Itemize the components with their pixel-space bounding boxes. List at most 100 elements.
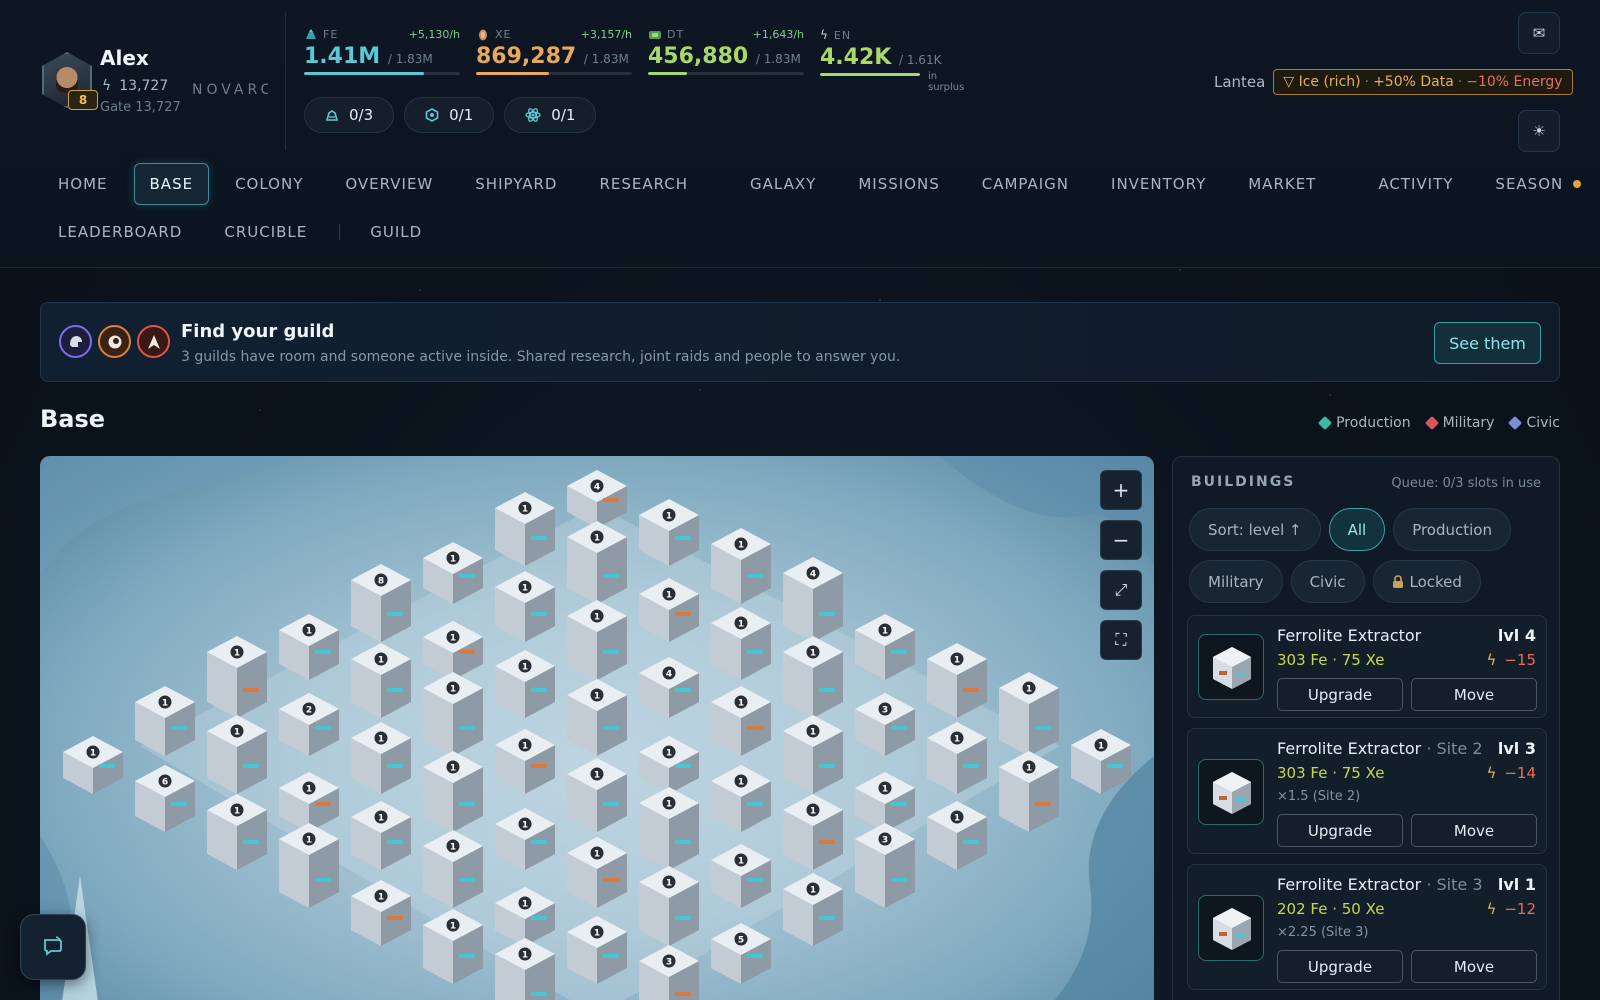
theme-toggle-button[interactable]: ☀ xyxy=(1518,110,1560,152)
upgrade-button[interactable]: Upgrade xyxy=(1277,814,1403,847)
nav-guild[interactable]: GUILD xyxy=(354,211,438,253)
building-level-text: 3 xyxy=(666,958,672,968)
nav-base[interactable]: BASE xyxy=(133,163,210,205)
map-building[interactable]: 1 xyxy=(639,787,699,870)
resource-en[interactable]: ϟ EN 4.42K / 1.61K in surplus xyxy=(820,28,976,93)
nav-campaign[interactable]: CAMPAIGN xyxy=(966,163,1085,205)
upgrade-button[interactable]: Upgrade xyxy=(1277,950,1403,983)
map-building[interactable]: 1 xyxy=(207,636,267,718)
upgrade-button[interactable]: Upgrade xyxy=(1277,678,1403,711)
map-building[interactable]: 1 xyxy=(783,636,843,718)
resource-fe[interactable]: FE +5,130/h 1.41M / 1.83M xyxy=(304,28,460,82)
filter-military[interactable]: Military xyxy=(1189,560,1283,603)
resource-xe[interactable]: XE +3,157/h 869,287 / 1.83M xyxy=(476,28,632,82)
nav-galaxy[interactable]: GALAXY xyxy=(734,163,832,205)
map-building[interactable]: 1 xyxy=(927,643,987,718)
building-level-text: 1 xyxy=(450,843,456,853)
nav-market[interactable]: MARKET xyxy=(1232,163,1332,205)
map-building[interactable]: 1 xyxy=(567,521,627,604)
map-building[interactable]: 1 xyxy=(207,794,267,870)
map-building[interactable]: 1 xyxy=(567,679,627,756)
map-building[interactable]: 4 xyxy=(783,557,843,642)
see-guilds-button[interactable]: See them xyxy=(1434,322,1541,364)
chat-button[interactable] xyxy=(20,914,86,980)
map-building[interactable]: 1 xyxy=(567,600,627,680)
map-building[interactable]: 1 xyxy=(423,751,483,832)
building-level-text: 1 xyxy=(306,785,312,795)
zoom-in-button[interactable]: + xyxy=(1100,470,1142,510)
move-button[interactable]: Move xyxy=(1411,950,1537,983)
building-level-text: 2 xyxy=(306,706,312,716)
nav-inventory[interactable]: INVENTORY xyxy=(1095,163,1222,205)
move-button[interactable]: Move xyxy=(1411,678,1537,711)
move-button[interactable]: Move xyxy=(1411,814,1537,847)
nav-season[interactable]: SEASON xyxy=(1479,163,1597,205)
building-card[interactable]: Ferrolite Extractor lvl 4 303 Fe · 75 Xe… xyxy=(1187,615,1547,718)
guild-emblems xyxy=(59,325,170,358)
building-level-text: 1 xyxy=(450,922,456,932)
map-building[interactable]: 1 xyxy=(423,830,483,908)
nav-research[interactable]: RESEARCH xyxy=(583,163,704,205)
map-building[interactable]: 1 xyxy=(999,672,1059,756)
filter-civic[interactable]: Civic xyxy=(1290,560,1365,603)
nav-shipyard[interactable]: SHIPYARD xyxy=(459,163,573,205)
nav-home[interactable]: HOME xyxy=(42,163,124,205)
map-building[interactable]: 1 xyxy=(783,794,843,870)
map-building[interactable]: 1 xyxy=(783,715,843,794)
recenter-button[interactable]: ⤢ xyxy=(1100,570,1142,610)
nav-colony[interactable]: COLONY xyxy=(219,163,319,205)
map-controls: + − ⤢ ⛶ xyxy=(1100,470,1142,660)
building-card[interactable]: Ferrolite Extractor · Site 3 lvl 1 202 F… xyxy=(1187,864,1547,990)
nav-overview[interactable]: OVERVIEW xyxy=(329,163,449,205)
guild-banner-subtitle: 3 guilds have room and someone active in… xyxy=(181,349,901,365)
filter-all[interactable]: All xyxy=(1328,508,1386,551)
map-building[interactable]: 1 xyxy=(279,823,339,908)
nav-row-1: HOME BASE COLONY OVERVIEW SHIPYARD RESEA… xyxy=(42,163,1582,205)
research-queue-pill[interactable]: 0/1 xyxy=(404,97,495,133)
map-building[interactable]: 1 xyxy=(999,751,1059,832)
fe-progress-bar xyxy=(304,72,425,75)
buildings-queue-status: Queue: 0/3 slots in use xyxy=(1391,476,1541,491)
map-building[interactable]: 1 xyxy=(423,909,483,984)
filter-locked[interactable]: Locked xyxy=(1372,560,1481,603)
nav-activity[interactable]: ACTIVITY xyxy=(1362,163,1469,205)
player-profile[interactable]: 8 Alex ϟ 13,727 Gate 13,727 NOVARC xyxy=(42,44,282,124)
map-building[interactable]: 3 xyxy=(855,823,915,908)
map-building[interactable]: 8 xyxy=(351,564,411,642)
building-level-text: 1 xyxy=(666,879,672,889)
nav-leaderboard[interactable]: LEADERBOARD xyxy=(42,211,198,253)
building-level-text: 1 xyxy=(378,893,384,903)
map-building[interactable]: 1 xyxy=(711,528,771,604)
mail-button[interactable]: ✉ xyxy=(1518,12,1560,54)
base-map[interactable]: 4 1 1 1 1 1 4 1 1 8 1 1 1 1 1 1 1 4 1 1 1 1 3 1 1 1 2 1 1 1 1 1 1 1 1 1 1 1 1 1… xyxy=(40,456,1154,1000)
map-building[interactable]: 1 xyxy=(351,643,411,718)
site-multiplier: ×2.25 (Site 3) xyxy=(1277,925,1369,940)
building-name: Ferrolite Extractor · Site 2 xyxy=(1277,739,1483,758)
resource-dt[interactable]: DT +1,643/h 456,880 / 1.83M xyxy=(648,28,804,82)
map-building[interactable]: 1 xyxy=(423,672,483,756)
map-building[interactable]: 1 xyxy=(207,715,267,794)
planet-info[interactable]: Lantea ▽ Ice (rich) · +50% Data · −10% E… xyxy=(1214,69,1573,95)
building-level-text: 1 xyxy=(954,814,960,824)
map-building[interactable]: 6 xyxy=(135,765,195,832)
build-queue-pill[interactable]: 0/3 xyxy=(304,97,395,133)
mail-icon: ✉ xyxy=(1532,24,1546,42)
fullscreen-button[interactable]: ⛶ xyxy=(1100,620,1142,660)
building-level-text: 1 xyxy=(738,620,744,630)
buildings-panel-title: BUILDINGS xyxy=(1191,474,1296,490)
building-card[interactable]: Ferrolite Extractor · Site 2 lvl 3 303 F… xyxy=(1187,728,1547,854)
map-building[interactable]: 1 xyxy=(639,866,699,946)
building-level-text: 4 xyxy=(594,483,600,493)
sort-level-button[interactable]: Sort: level ↑ xyxy=(1189,508,1321,551)
building-level-text: 1 xyxy=(378,814,384,824)
filter-production[interactable]: Production xyxy=(1393,508,1511,551)
base-map-canvas[interactable]: 4 1 1 1 1 1 4 1 1 8 1 1 1 1 1 1 1 4 1 1 1 1 3 1 1 1 2 1 1 1 1 1 1 1 1 1 1 1 1 1… xyxy=(40,456,1154,1000)
map-building[interactable]: 1 xyxy=(63,736,123,794)
building-level-text: 1 xyxy=(738,778,744,788)
atom-queue-pill[interactable]: 0/1 xyxy=(504,97,597,133)
zoom-out-button[interactable]: − xyxy=(1100,520,1142,560)
nav-crucible[interactable]: CRUCIBLE xyxy=(208,211,323,253)
building-level-text: 1 xyxy=(594,850,600,860)
map-building[interactable]: 1 xyxy=(1071,729,1131,794)
nav-missions[interactable]: MISSIONS xyxy=(842,163,955,205)
